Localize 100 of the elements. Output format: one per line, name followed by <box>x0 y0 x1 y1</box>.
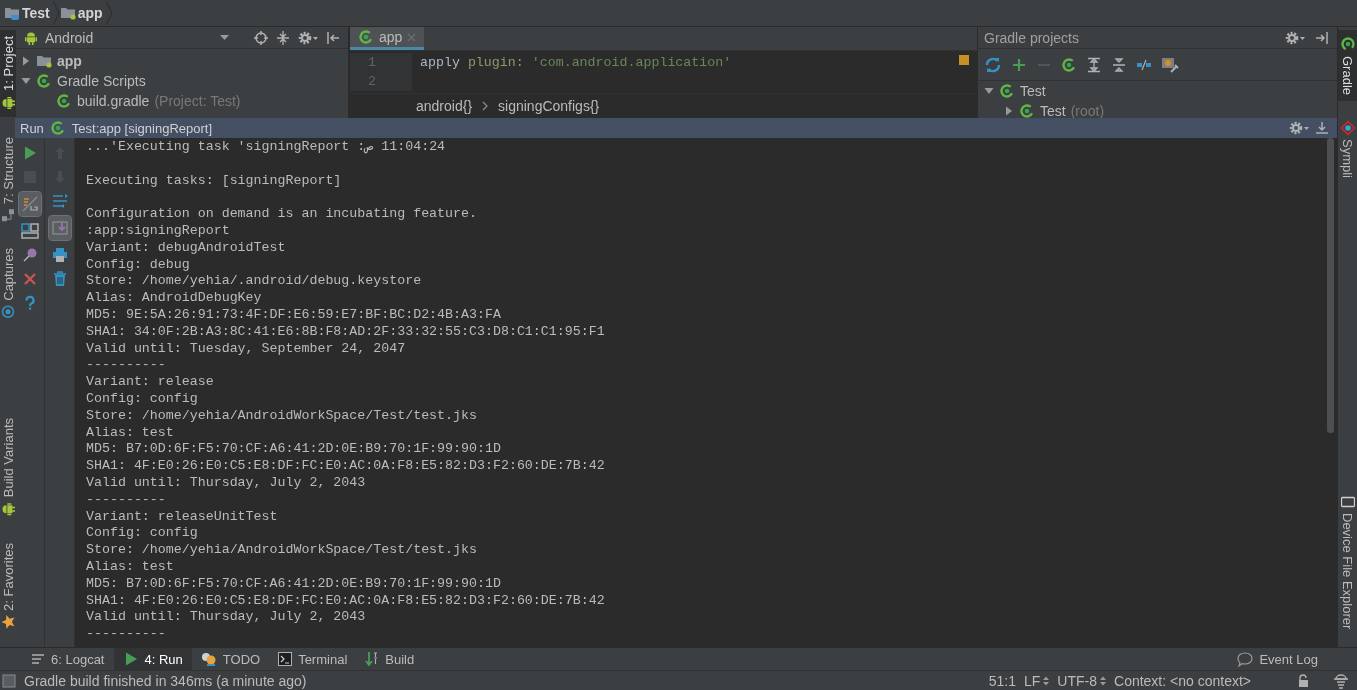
tool-window-tab[interactable]: TODO <box>191 648 270 670</box>
printer-icon[interactable] <box>51 247 68 263</box>
android-icon <box>0 501 16 518</box>
gradle-icon <box>1019 103 1035 118</box>
encoding-selector[interactable]: UTF-8 <box>1057 672 1097 689</box>
console-line: SHA1: 34:0F:2B:A3:8C:41:E6:8B:F8:AD:2F:33:32:55:C3:D8:C1:C1:95:F1 <box>86 323 606 341</box>
tool-window-tab[interactable]: 6: Logcat <box>22 648 114 670</box>
expand-all-icon[interactable] <box>1086 56 1102 73</box>
console-line: Variant: release <box>86 374 215 391</box>
lock-icon[interactable] <box>1297 673 1309 688</box>
tree-item-label[interactable]: build.gradle <box>77 93 150 109</box>
tool-window-tab[interactable]: Device File Explorer <box>1338 488 1357 635</box>
gradle-execute-icon[interactable] <box>1061 56 1077 73</box>
layout-icon[interactable] <box>20 223 39 239</box>
settings-icon[interactable] <box>1285 30 1305 45</box>
console-line: Variant: debugAndroidTest <box>86 239 287 257</box>
console-line: ---------- <box>86 491 167 509</box>
captures-icon <box>1 304 15 319</box>
inspector-icon[interactable] <box>1333 672 1349 689</box>
android-icon <box>0 94 16 111</box>
console-line: Config: config <box>86 525 199 543</box>
console-line: Store: /home/yehia/.android/debug.keystore <box>86 273 423 291</box>
tree-item-label[interactable]: Gradle Scripts <box>57 73 146 89</box>
status-message: Gradle build finished in 346ms (a minute ago) <box>24 672 307 689</box>
structure-icon <box>1 208 15 223</box>
breadcrumb-item[interactable]: app <box>75 5 105 21</box>
star-icon <box>1 615 15 629</box>
gradle-icon <box>358 29 374 45</box>
console-line: ...'Executing task 'signingReport :ص 11:04:24 <box>86 139 447 156</box>
console-line: Alias: test <box>86 424 175 442</box>
settings-icon[interactable] <box>298 30 318 45</box>
locate-icon[interactable] <box>254 30 268 45</box>
hide-panel-icon[interactable] <box>326 30 340 45</box>
chevron-icon <box>482 101 489 111</box>
warning-marker[interactable] <box>959 55 969 65</box>
console-line: Config: config <box>86 390 199 408</box>
gradle-icon <box>1339 36 1356 52</box>
hide-panel-icon[interactable] <box>1315 30 1329 45</box>
console-line: Variant: releaseUnitTest <box>86 508 279 526</box>
breadcrumb-item[interactable]: Test <box>20 5 52 21</box>
console-line: Executing tasks: [signingReport] <box>86 172 343 190</box>
toggle-button[interactable] <box>48 216 71 240</box>
build-settings-icon[interactable] <box>1161 56 1179 73</box>
tree-item-label[interactable]: Test <box>1040 103 1066 118</box>
scrollbar-thumb[interactable] <box>1327 138 1334 433</box>
todo-icon <box>200 652 217 666</box>
expand-arrow-icon[interactable] <box>1004 106 1014 116</box>
terminal-icon <box>278 652 293 666</box>
tree-item-note: (Project: Test) <box>154 93 241 109</box>
view-dropdown[interactable]: Android <box>23 29 229 46</box>
settings-icon[interactable] <box>1289 121 1309 135</box>
tool-window-tab[interactable]: 4: Run <box>113 648 192 670</box>
line-separator-selector[interactable]: LF <box>1024 672 1041 689</box>
console-line: Configuration on demand is an incubating feature. <box>86 206 478 223</box>
collapse-all-icon[interactable] <box>1111 56 1127 73</box>
console-line: ---------- <box>86 626 167 643</box>
panel-title: Run <box>20 120 44 136</box>
tree-item-label[interactable]: app <box>57 53 82 69</box>
console-line: MD5: 9E:5A:26:91:73:4F:DF:E6:59:E7:BF:BC:D2:4B:A3:FA <box>86 306 502 324</box>
panel-title: Gradle projects <box>984 29 1080 46</box>
tool-window-tab[interactable]: Terminal <box>269 648 357 670</box>
console-line: Valid until: Tuesday, September 24, 2047 <box>86 340 407 358</box>
toggle-button[interactable] <box>18 192 41 216</box>
diamond-icon <box>1340 121 1355 136</box>
close-icon[interactable] <box>21 271 38 287</box>
event-log-tab[interactable]: Event Log <box>1228 648 1327 670</box>
console-line: ---------- <box>86 357 167 375</box>
square-icon[interactable] <box>2 673 16 688</box>
cursor-position[interactable]: 51:1 <box>988 672 1016 689</box>
collapse-arrow-icon[interactable] <box>984 86 994 96</box>
collapse-all-icon[interactable] <box>276 30 290 45</box>
tool-window-tab[interactable]: 1: Project <box>0 30 16 117</box>
run-configuration-tab[interactable]: Test:app [signingReport] <box>71 120 213 136</box>
tree-item-note: (root) <box>1070 103 1105 118</box>
editor-tab[interactable]: app <box>350 27 425 50</box>
tool-window-tab[interactable]: Captures <box>0 242 16 325</box>
tool-window-tab[interactable]: Sympli <box>1338 115 1357 185</box>
code-breadcrumb[interactable]: android{} <box>416 98 473 114</box>
trash-icon[interactable] <box>51 271 68 287</box>
context-label: Context: <no context> <box>1114 672 1251 689</box>
minimize-icon[interactable] <box>1315 121 1329 135</box>
pin-icon[interactable] <box>21 247 38 263</box>
collapse-arrow-icon[interactable] <box>21 76 31 86</box>
tool-window-tab[interactable]: Build Variants <box>0 411 16 524</box>
lines-icon <box>31 653 45 665</box>
console-line: SHA1: 4F:E0:26:E0:C5:E8:DF:FC:E0:AC:0A:F8:E5:82:D3:F2:60:DE:7B:42 <box>86 592 606 610</box>
filter-icon[interactable] <box>50 193 69 209</box>
plus-icon[interactable] <box>1011 56 1027 73</box>
console-line: Valid until: Thursday, July 2, 2043 <box>86 609 367 627</box>
tree-item-label[interactable]: Test <box>1020 83 1046 99</box>
code-breadcrumb[interactable]: signingConfigs{} <box>498 98 600 114</box>
tool-window-tab[interactable]: Build <box>356 648 424 670</box>
gradle-icon <box>36 73 52 89</box>
tool-window-tab[interactable]: 7: Structure <box>0 130 16 229</box>
tool-window-tab[interactable]: 2: Favorites <box>0 537 16 635</box>
refresh-icon[interactable] <box>984 55 1002 74</box>
expand-arrow-icon[interactable] <box>21 56 31 66</box>
console-line: Config: debug <box>86 256 191 274</box>
tool-window-tab[interactable]: Gradle <box>1338 30 1357 102</box>
module-folder-icon <box>36 53 52 69</box>
